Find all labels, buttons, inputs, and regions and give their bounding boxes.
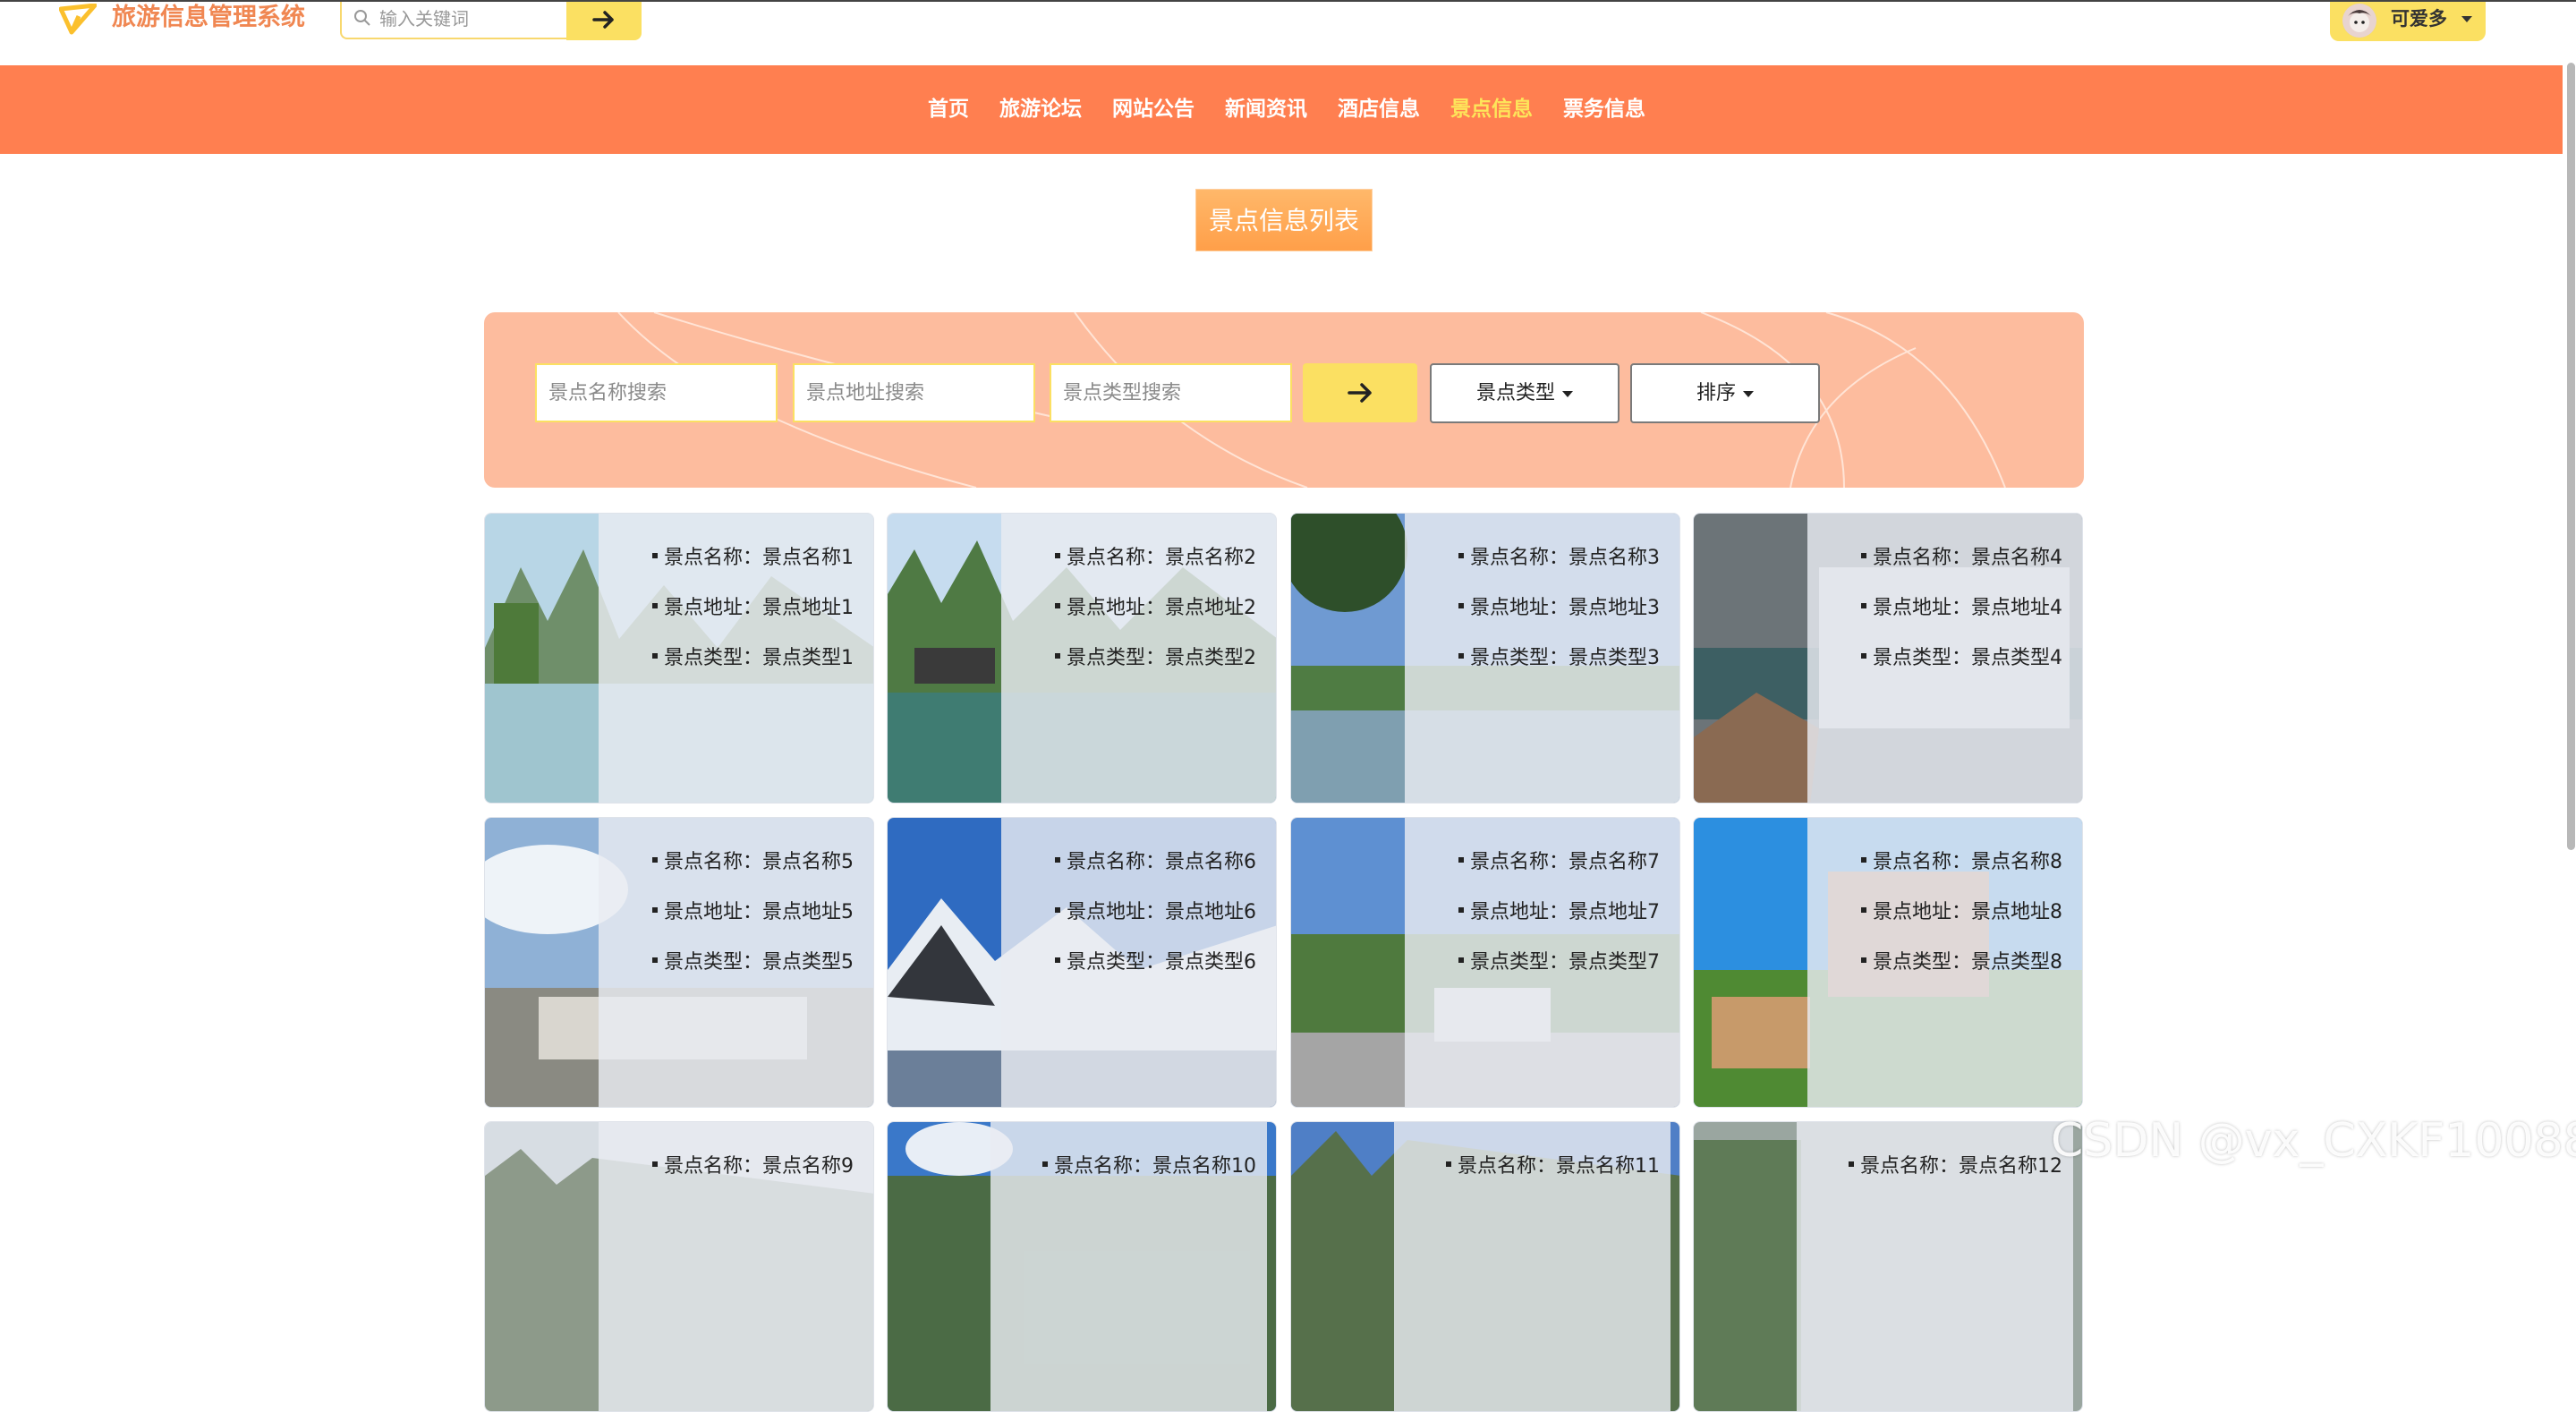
attraction-name: 景点名称：景点名称11: [1446, 1142, 1660, 1192]
attraction-card[interactable]: 景点名称：景点名称9: [484, 1121, 874, 1412]
attraction-address: 景点地址：景点地址8: [1861, 888, 2062, 938]
filter-panel: 景点类型 排序: [484, 312, 2084, 488]
attraction-address: 景点地址：景点地址6: [1055, 888, 1256, 938]
attraction-type: 景点类型：景点类型1: [652, 634, 854, 684]
main-navbar: 首页 旅游论坛 网站公告 新闻资讯 酒店信息 景点信息 票务信息: [0, 65, 2576, 154]
user-name: 可爱多: [2391, 8, 2447, 30]
attraction-address: 景点地址：景点地址4: [1861, 583, 2062, 634]
nav-menu: 首页 旅游论坛 网站公告 新闻资讯 酒店信息 景点信息 票务信息: [913, 65, 1661, 154]
attraction-address: 景点地址：景点地址7: [1458, 888, 1660, 938]
card-info: 景点名称：景点名称3 景点地址：景点地址3 景点类型：景点类型3: [1458, 533, 1660, 684]
attraction-name: 景点名称：景点名称8: [1861, 838, 2062, 888]
card-info: 景点名称：景点名称1 景点地址：景点地址1 景点类型：景点类型1: [652, 533, 854, 684]
sort-dropdown[interactable]: 排序: [1630, 363, 1820, 423]
caret-down-icon: [2461, 16, 2472, 22]
card-info: 景点名称：景点名称8 景点地址：景点地址8 景点类型：景点类型8: [1861, 838, 2062, 988]
attraction-card[interactable]: 景点名称：景点名称4 景点地址：景点地址4 景点类型：景点类型4: [1693, 513, 2083, 804]
scrollbar-thumb[interactable]: [2567, 63, 2575, 850]
app-title[interactable]: 旅游信息管理系统: [112, 2, 305, 34]
attraction-card[interactable]: 景点名称：景点名称7 景点地址：景点地址7 景点类型：景点类型7: [1290, 817, 1680, 1108]
attraction-address: 景点地址：景点地址2: [1055, 583, 1256, 634]
arrow-right-icon: [1348, 383, 1372, 403]
card-info: 景点名称：景点名称6 景点地址：景点地址6 景点类型：景点类型6: [1055, 838, 1256, 988]
attraction-card[interactable]: 景点名称：景点名称1 景点地址：景点地址1 景点类型：景点类型1: [484, 513, 874, 804]
attraction-card[interactable]: 景点名称：景点名称3 景点地址：景点地址3 景点类型：景点类型3: [1290, 513, 1680, 804]
nav-hotels[interactable]: 酒店信息: [1322, 65, 1435, 154]
arrow-right-icon: [592, 11, 614, 29]
top-header: 旅游信息管理系统 可爱多: [0, 0, 2576, 65]
attraction-type: 景点类型：景点类型6: [1055, 938, 1256, 988]
user-menu[interactable]: 可爱多: [2330, 2, 2486, 41]
attraction-card[interactable]: 景点名称：景点名称10: [887, 1121, 1277, 1412]
attraction-type: 景点类型：景点类型3: [1458, 634, 1660, 684]
paper-plane-icon: [59, 4, 97, 35]
attraction-name: 景点名称：景点名称6: [1055, 838, 1256, 888]
attraction-type: 景点类型：景点类型5: [652, 938, 854, 988]
filter-search-button[interactable]: [1303, 363, 1417, 422]
attraction-card[interactable]: 景点名称：景点名称8 景点地址：景点地址8 景点类型：景点类型8: [1693, 817, 2083, 1108]
card-info: 景点名称：景点名称9: [652, 1142, 854, 1192]
attraction-name: 景点名称：景点名称5: [652, 838, 854, 888]
card-info: 景点名称：景点名称12: [1849, 1142, 2062, 1192]
watermark: CSDN @vx_CXKF10088: [2051, 1114, 2576, 1168]
attraction-card[interactable]: 景点名称：景点名称12: [1693, 1121, 2083, 1412]
caret-down-icon: [1562, 390, 1573, 397]
attraction-address: 景点地址：景点地址3: [1458, 583, 1660, 634]
header-search-input[interactable]: [378, 5, 561, 32]
card-info: 景点名称：景点名称4 景点地址：景点地址4 景点类型：景点类型4: [1861, 533, 2062, 684]
attraction-type: 景点类型：景点类型7: [1458, 938, 1660, 988]
attraction-card[interactable]: 景点名称：景点名称6 景点地址：景点地址6 景点类型：景点类型6: [887, 817, 1277, 1108]
attraction-name: 景点名称：景点名称12: [1849, 1142, 2062, 1192]
page-title: 景点信息列表: [1195, 189, 1373, 251]
attraction-name: 景点名称：景点名称1: [652, 533, 854, 583]
attraction-name: 景点名称：景点名称2: [1055, 533, 1256, 583]
nav-announcements[interactable]: 网站公告: [1097, 65, 1210, 154]
attraction-name: 景点名称：景点名称3: [1458, 533, 1660, 583]
attraction-name: 景点名称：景点名称9: [652, 1142, 854, 1192]
header-search-button[interactable]: [566, 2, 642, 40]
attraction-type-search[interactable]: [1050, 363, 1292, 422]
card-info: 景点名称：景点名称10: [1042, 1142, 1256, 1192]
attraction-address: 景点地址：景点地址5: [652, 888, 854, 938]
card-info: 景点名称：景点名称7 景点地址：景点地址7 景点类型：景点类型7: [1458, 838, 1660, 988]
attraction-address: 景点地址：景点地址1: [652, 583, 854, 634]
nav-home[interactable]: 首页: [913, 65, 984, 154]
caret-down-icon: [1743, 390, 1754, 397]
attraction-card[interactable]: 景点名称：景点名称11: [1290, 1121, 1680, 1412]
card-info: 景点名称：景点名称11: [1446, 1142, 1660, 1192]
attraction-type: 景点类型：景点类型4: [1861, 634, 2062, 684]
attraction-address-search[interactable]: [793, 363, 1035, 422]
search-icon: [354, 10, 370, 26]
nav-attractions[interactable]: 景点信息: [1435, 65, 1548, 154]
type-dropdown[interactable]: 景点类型: [1430, 363, 1620, 423]
type-dropdown-label: 景点类型: [1475, 382, 1555, 404]
nav-forum[interactable]: 旅游论坛: [984, 65, 1097, 154]
attraction-name-search[interactable]: [535, 363, 778, 422]
avatar: [2342, 4, 2376, 38]
nav-news[interactable]: 新闻资讯: [1210, 65, 1322, 154]
attraction-card[interactable]: 景点名称：景点名称2 景点地址：景点地址2 景点类型：景点类型2: [887, 513, 1277, 804]
attraction-card[interactable]: 景点名称：景点名称5 景点地址：景点地址5 景点类型：景点类型5: [484, 817, 874, 1108]
attraction-type: 景点类型：景点类型2: [1055, 634, 1256, 684]
header-search-box: [340, 2, 567, 39]
attraction-type: 景点类型：景点类型8: [1861, 938, 2062, 988]
card-info: 景点名称：景点名称2 景点地址：景点地址2 景点类型：景点类型2: [1055, 533, 1256, 684]
card-info: 景点名称：景点名称5 景点地址：景点地址5 景点类型：景点类型5: [652, 838, 854, 988]
attraction-name: 景点名称：景点名称4: [1861, 533, 2062, 583]
attraction-name: 景点名称：景点名称10: [1042, 1142, 1256, 1192]
attraction-name: 景点名称：景点名称7: [1458, 838, 1660, 888]
nav-tickets[interactable]: 票务信息: [1548, 65, 1661, 154]
sort-dropdown-label: 排序: [1696, 382, 1736, 404]
